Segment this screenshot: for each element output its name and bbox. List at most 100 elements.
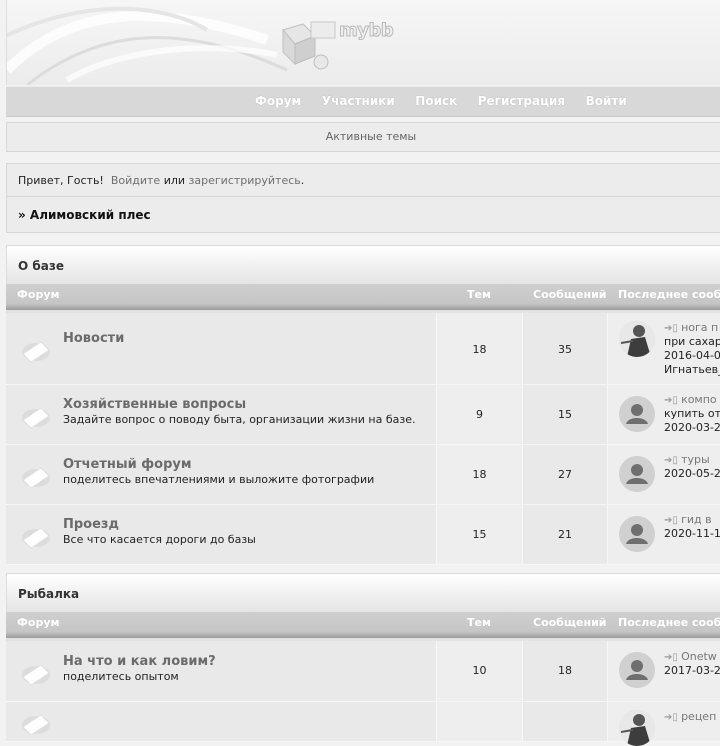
last-post-text: рецеп: [681, 710, 717, 723]
forum-topics-cell: [437, 702, 523, 741]
category-title[interactable]: О базе: [6, 245, 720, 284]
goto-last-post-icon[interactable]: ➔▯: [664, 323, 681, 334]
forum-title-link[interactable]: На что и как ловим?: [63, 654, 216, 669]
last-post-text: 2016-04-0: [664, 349, 720, 362]
posts-count: 35: [558, 343, 572, 356]
last-post-text: 2020-11-1: [664, 527, 720, 540]
last-post-topic-link[interactable]: ➔▯ рецеп: [664, 710, 716, 723]
forum-main-cell: Новости: [6, 313, 437, 384]
register-link[interactable]: зарегистрируйтесь: [189, 174, 301, 187]
category-1: О базе Форум Тем Сообщений Последнее сооб Нов…: [6, 245, 720, 565]
greeting-bar: Привет, Гость! Войдите или зарегистрируй…: [6, 163, 720, 197]
last-post-cell: ➔▯ туры 2020-05-2: [608, 445, 720, 504]
greeting-text: Привет, Гость!: [18, 174, 104, 187]
column-header-row: Форум Тем Сообщений Последнее сооб: [6, 284, 720, 313]
last-post-cell: ➔▯ компо купить от 2020-03-2: [608, 385, 720, 444]
posts-count: 27: [558, 468, 572, 481]
posts-count: 21: [558, 528, 572, 541]
column-forum: Форум: [17, 288, 60, 301]
forum-description: поделитесь опытом: [63, 670, 179, 683]
posts-count: 15: [558, 408, 572, 421]
forum-description: поделитесь впечатлениями и выложите фото…: [63, 473, 375, 486]
forum-read-icon: [19, 518, 53, 555]
user-avatar[interactable]: [619, 456, 655, 492]
forum-title-link[interactable]: Проезд: [63, 517, 119, 532]
user-avatar[interactable]: [619, 710, 655, 746]
greeting-or: или: [163, 174, 186, 187]
forum-topics-cell: 9: [437, 385, 523, 444]
forum-row: Хозяйственные вопросы Задайте вопрос о по…: [6, 385, 720, 445]
greeting-dot: .: [300, 174, 305, 187]
forum-title-link[interactable]: Хозяйственные вопросы: [63, 397, 246, 412]
goto-last-post-icon[interactable]: ➔▯: [664, 515, 681, 526]
last-post-topic-link[interactable]: ➔▯ туры: [664, 453, 710, 466]
header-swirl-graphic: [7, 6, 336, 85]
forum-row: Отчетный форум поделитесь впечатлениями и…: [6, 445, 720, 505]
page: mybb Форум Участники Поиск Регистрация В…: [6, 0, 720, 746]
last-post-cell: ➔▯ Onetw 2017-03-2: [608, 641, 720, 701]
nav-login[interactable]: Войти: [586, 94, 627, 108]
nav-register[interactable]: Регистрация: [478, 94, 565, 108]
forum-topics-cell: 15: [437, 505, 523, 564]
forum-description: Задайте вопрос о поводу быта, организаци…: [63, 413, 416, 426]
forum-title-link[interactable]: Новости: [63, 331, 124, 346]
nav-forum[interactable]: Форум: [255, 94, 301, 108]
last-post-text: купить от: [664, 407, 720, 420]
forum-read-icon: [19, 398, 53, 435]
posts-count: 18: [558, 664, 572, 677]
last-post-text: нога п: [681, 321, 719, 334]
forum-posts-cell: 35: [523, 313, 608, 384]
forum-topics-cell: 18: [437, 445, 523, 504]
forum-topics-cell: 18: [437, 313, 523, 384]
forum-posts-cell: 18: [523, 641, 608, 701]
login-link[interactable]: Войдите: [111, 174, 160, 187]
goto-last-post-icon[interactable]: ➔▯: [664, 652, 681, 663]
topics-count: 15: [472, 528, 487, 541]
last-post-meta: купить от: [664, 407, 720, 420]
forum-read-icon: [19, 458, 53, 495]
forum-row: ➔▯ рецеп: [6, 702, 720, 746]
last-post-text: Onetw: [681, 650, 717, 663]
last-post-meta: 2020-03-2: [664, 421, 720, 434]
breadcrumb[interactable]: » Алимовский плес: [6, 197, 720, 233]
forum-posts-cell: 15: [523, 385, 608, 444]
column-header-row: Форум Тем Сообщений Последнее сооб: [6, 612, 720, 641]
column-last: Последнее сооб: [618, 288, 720, 301]
nav-search[interactable]: Поиск: [415, 94, 457, 108]
forum-description: Все что касается дороги до базы: [63, 533, 256, 546]
goto-last-post-icon[interactable]: ➔▯: [664, 712, 681, 723]
column-posts: Сообщений: [533, 288, 607, 301]
last-post-topic-link[interactable]: ➔▯ Onetw: [664, 650, 717, 663]
column-topics: Тем: [467, 288, 491, 301]
forum-row: Проезд Все что касается дороги до базы 15 2…: [6, 505, 720, 565]
goto-last-post-icon[interactable]: ➔▯: [664, 395, 681, 406]
forum-posts-cell: 21: [523, 505, 608, 564]
mybb-logo-icon: [282, 21, 336, 70]
forum-main-cell: [6, 702, 437, 741]
last-post-topic-link[interactable]: ➔▯ гид в: [664, 513, 712, 526]
last-post-cell: ➔▯ рецеп: [608, 702, 720, 746]
column-posts: Сообщений: [533, 616, 607, 629]
active-topics-link[interactable]: Активные темы: [6, 122, 720, 152]
forum-title-link[interactable]: Отчетный форум: [63, 457, 191, 472]
last-post-topic-link[interactable]: ➔▯ компо: [664, 393, 717, 406]
category-2: Рыбалка Форум Тем Сообщений Последнее сооб На…: [6, 573, 720, 746]
category-title[interactable]: Рыбалка: [6, 573, 720, 612]
user-avatar[interactable]: [619, 396, 655, 432]
last-post-meta: 2020-11-1: [664, 527, 720, 540]
last-post-text: гид в: [681, 513, 712, 526]
column-last: Последнее сооб: [618, 616, 720, 629]
forum-row: Новости 18 35 ➔▯ нога п при сахар 2016-04-0 Иг…: [6, 313, 720, 385]
logo-text[interactable]: mybb: [338, 20, 394, 42]
user-avatar[interactable]: [619, 652, 655, 688]
user-avatar[interactable]: [619, 321, 655, 357]
nav-members[interactable]: Участники: [322, 94, 395, 108]
last-post-topic-link[interactable]: ➔▯ нога п: [664, 321, 718, 334]
forum-posts-cell: [523, 702, 608, 741]
last-post-text: 2020-05-2: [664, 467, 720, 480]
last-post-text: Игнатьев_: [664, 363, 720, 376]
goto-last-post-icon[interactable]: ➔▯: [664, 455, 681, 466]
forum-main-cell: На что и как ловим? поделитесь опытом: [6, 641, 437, 701]
topics-count: 18: [472, 343, 487, 356]
user-avatar[interactable]: [619, 516, 655, 552]
